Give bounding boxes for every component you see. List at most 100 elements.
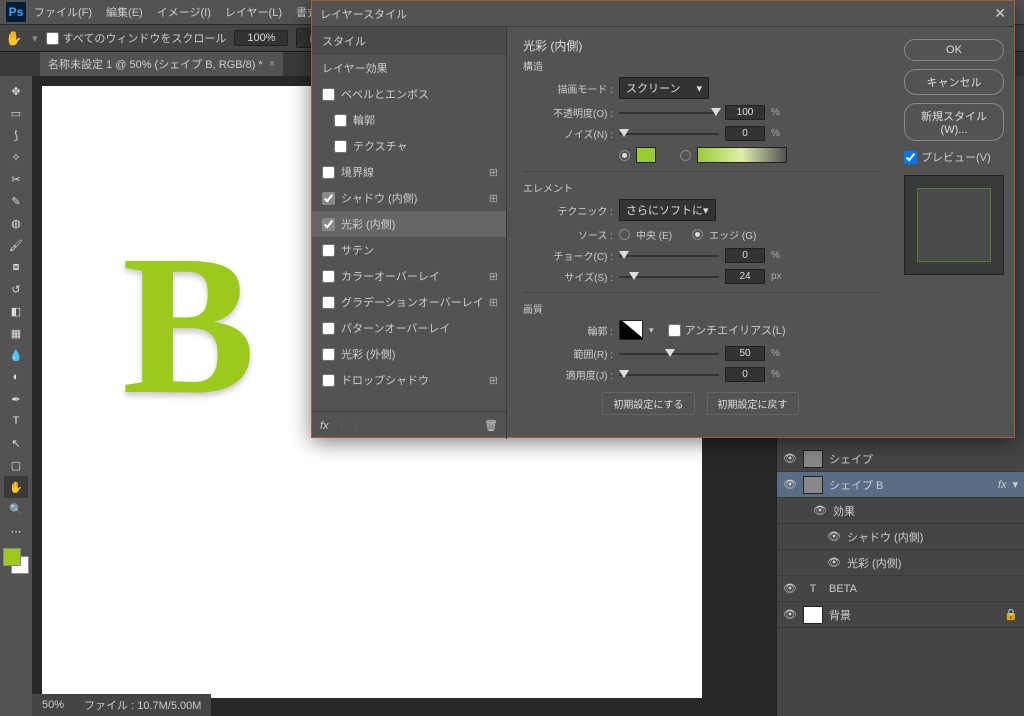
technique-select[interactable]: さらにソフトに▾ xyxy=(619,199,716,221)
opacity-slider[interactable] xyxy=(619,106,719,120)
range-slider[interactable] xyxy=(619,347,719,361)
eraser-tool[interactable]: ◧ xyxy=(4,300,28,322)
inner-glow-item[interactable]: 光彩 (内側) xyxy=(312,211,506,237)
preview-checkbox[interactable]: プレビュー(V) xyxy=(904,149,1004,165)
styles-header[interactable]: スタイル xyxy=(312,27,506,55)
type-tool[interactable]: T xyxy=(4,410,28,432)
visibility-icon[interactable]: 👁 xyxy=(783,608,797,621)
visibility-icon[interactable]: 👁 xyxy=(783,478,797,491)
chevron-down-icon[interactable]: ▾ xyxy=(1012,478,1018,491)
gradient-overlay-item[interactable]: グラデーションオーバーレイ⊞ xyxy=(312,289,506,315)
jitter-slider[interactable] xyxy=(619,368,719,382)
blending-options-item[interactable]: レイヤー効果 xyxy=(312,55,506,81)
add-icon[interactable]: ⊞ xyxy=(489,192,498,205)
color-swatches[interactable] xyxy=(3,548,29,574)
stamp-tool[interactable]: ⧇ xyxy=(4,256,28,278)
visibility-icon[interactable]: 👁 xyxy=(827,556,841,569)
add-icon[interactable]: ⊞ xyxy=(489,166,498,179)
zoom-field[interactable]: 100% xyxy=(234,30,288,46)
pen-tool[interactable]: ✒ xyxy=(4,388,28,410)
visibility-icon[interactable]: 👁 xyxy=(827,530,841,543)
effects-row[interactable]: 👁 効果 xyxy=(777,498,1024,524)
more-tools[interactable]: ⋯ xyxy=(4,520,28,542)
up-icon[interactable]: ↑ xyxy=(339,420,345,432)
scroll-all-checkbox[interactable]: すべてのウィンドウをスクロール xyxy=(46,30,227,46)
brush-tool[interactable]: 🖌 xyxy=(4,234,28,256)
bevel-item[interactable]: ベベルとエンボス xyxy=(312,81,506,107)
add-icon[interactable]: ⊞ xyxy=(489,374,498,387)
layer-row[interactable]: 👁 背景 🔒 xyxy=(777,602,1024,628)
heal-tool[interactable]: ◍ xyxy=(4,212,28,234)
close-icon[interactable]: × xyxy=(269,58,275,70)
shape-tool[interactable]: ▢ xyxy=(4,454,28,476)
visibility-icon[interactable]: 👁 xyxy=(783,452,797,465)
menu-layer[interactable]: レイヤー(L) xyxy=(219,1,288,23)
add-icon[interactable]: ⊞ xyxy=(489,270,498,283)
outer-glow-item[interactable]: 光彩 (外側) xyxy=(312,341,506,367)
jitter-field[interactable]: 0 xyxy=(725,367,765,382)
layer-row[interactable]: 👁 T BETA xyxy=(777,576,1024,602)
gradient-radio[interactable] xyxy=(680,150,691,161)
texture-item[interactable]: テクスチャ xyxy=(312,133,506,159)
drop-shadow-item[interactable]: ドロップシャドウ⊞ xyxy=(312,367,506,393)
source-center-radio[interactable] xyxy=(619,229,630,240)
glow-gradient-swatch[interactable] xyxy=(697,147,787,163)
crop-tool[interactable]: ✂ xyxy=(4,168,28,190)
source-edge-radio[interactable] xyxy=(692,229,703,240)
noise-field[interactable]: 0 xyxy=(725,126,765,141)
menu-file[interactable]: ファイル(F) xyxy=(28,1,98,23)
visibility-icon[interactable]: 👁 xyxy=(813,504,827,517)
fx-badge[interactable]: fx xyxy=(998,479,1007,491)
effect-row[interactable]: 👁 光彩 (内側) xyxy=(777,550,1024,576)
opacity-field[interactable]: 100 xyxy=(725,105,765,120)
inner-shadow-item[interactable]: シャドウ (内側)⊞ xyxy=(312,185,506,211)
chevron-down-icon[interactable]: ▾ xyxy=(649,325,654,336)
color-overlay-item[interactable]: カラーオーバーレイ⊞ xyxy=(312,263,506,289)
menu-image[interactable]: イメージ(I) xyxy=(151,1,217,23)
zoom-tool[interactable]: 🔍 xyxy=(4,498,28,520)
move-tool[interactable]: ✥ xyxy=(4,80,28,102)
gradient-tool[interactable]: ▦ xyxy=(4,322,28,344)
add-icon[interactable]: ⊞ xyxy=(489,296,498,309)
fx-menu-icon[interactable]: fx xyxy=(320,420,329,432)
marquee-tool[interactable]: ▭ xyxy=(4,102,28,124)
blend-mode-select[interactable]: スクリーン▾ xyxy=(619,77,709,99)
size-slider[interactable] xyxy=(619,270,719,284)
menu-edit[interactable]: 編集(E) xyxy=(100,1,149,23)
contour-item[interactable]: 輪郭 xyxy=(312,107,506,133)
range-field[interactable]: 50 xyxy=(725,346,765,361)
document-tab[interactable]: 名称未設定 1 @ 50% (シェイプ B, RGB/8) * × xyxy=(40,52,283,76)
blur-tool[interactable]: 💧 xyxy=(4,344,28,366)
reset-default-button[interactable]: 初期設定に戻す xyxy=(707,392,799,415)
color-radio[interactable] xyxy=(619,150,630,161)
ok-button[interactable]: OK xyxy=(904,39,1004,61)
lasso-tool[interactable]: ⟆ xyxy=(4,124,28,146)
make-default-button[interactable]: 初期設定にする xyxy=(602,392,694,415)
dodge-tool[interactable]: ◐ xyxy=(4,366,28,388)
path-tool[interactable]: ↖ xyxy=(4,432,28,454)
effect-row[interactable]: 👁 シャドウ (内側) xyxy=(777,524,1024,550)
size-field[interactable]: 24 xyxy=(725,269,765,284)
wand-tool[interactable]: ✧ xyxy=(4,146,28,168)
close-icon[interactable]: ✕ xyxy=(994,5,1006,22)
new-style-button[interactable]: 新規スタイル(W)... xyxy=(904,103,1004,141)
fg-color-swatch[interactable] xyxy=(3,548,21,566)
antialias-checkbox[interactable]: アンチエイリアス(L) xyxy=(668,322,786,338)
status-zoom[interactable]: 50% xyxy=(42,699,64,711)
layer-row[interactable]: 👁 シェイプ B fx ▾ xyxy=(777,472,1024,498)
cancel-button[interactable]: キャンセル xyxy=(904,69,1004,95)
hand-tool[interactable]: ✋ xyxy=(4,476,28,498)
history-brush-tool[interactable]: ↺ xyxy=(4,278,28,300)
noise-slider[interactable] xyxy=(619,127,719,141)
eyedropper-tool[interactable]: ✎ xyxy=(4,190,28,212)
trash-icon[interactable]: 🗑 xyxy=(484,419,498,432)
contour-picker[interactable] xyxy=(619,320,643,340)
visibility-icon[interactable]: 👁 xyxy=(783,582,797,595)
lock-icon[interactable]: 🔒 xyxy=(1004,608,1018,621)
choke-slider[interactable] xyxy=(619,249,719,263)
layer-row[interactable]: 👁 シェイプ xyxy=(777,446,1024,472)
choke-field[interactable]: 0 xyxy=(725,248,765,263)
glow-color-swatch[interactable] xyxy=(636,147,656,163)
down-icon[interactable]: ↓ xyxy=(354,420,360,432)
stroke-item[interactable]: 境界線⊞ xyxy=(312,159,506,185)
